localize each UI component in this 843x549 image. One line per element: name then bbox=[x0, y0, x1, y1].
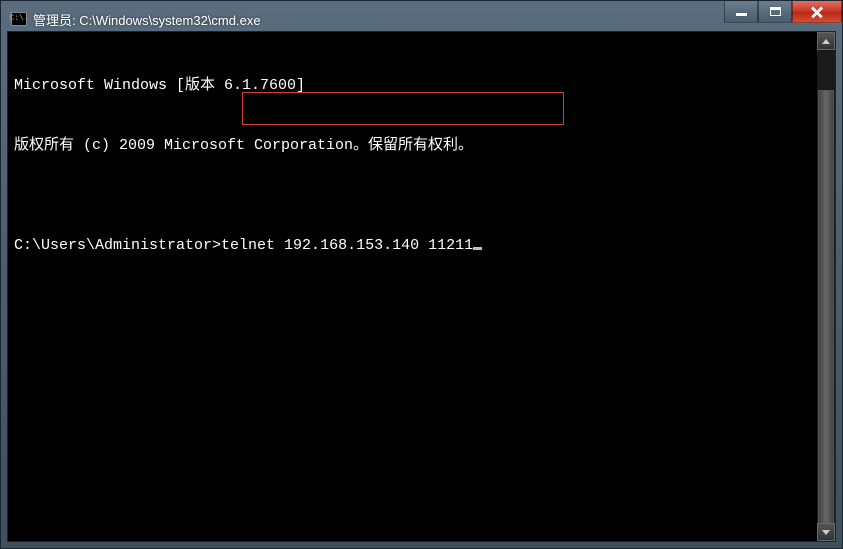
chevron-down-icon bbox=[822, 530, 830, 535]
close-button[interactable] bbox=[792, 1, 842, 23]
output-line: 版权所有 (c) 2009 Microsoft Corporation。保留所有… bbox=[14, 136, 829, 156]
window-frame: C:\. 管理员: C:\Windows\system32\cmd.exe Mi… bbox=[0, 0, 843, 549]
prompt-text: C:\Users\Administrator> bbox=[14, 237, 221, 254]
scroll-up-button[interactable] bbox=[817, 32, 835, 50]
minimize-button[interactable] bbox=[724, 1, 758, 23]
prompt-line: C:\Users\Administrator>telnet 192.168.15… bbox=[14, 236, 829, 256]
chevron-up-icon bbox=[822, 39, 830, 44]
scroll-thumb[interactable] bbox=[818, 90, 834, 542]
output-line: Microsoft Windows [版本 6.1.7600] bbox=[14, 76, 829, 96]
command-text: telnet 192.168.153.140 11211 bbox=[221, 237, 473, 254]
close-icon bbox=[810, 5, 824, 19]
annotation-highlight bbox=[242, 92, 564, 125]
title-bar[interactable]: C:\. 管理员: C:\Windows\system32\cmd.exe bbox=[7, 7, 836, 31]
maximize-button[interactable] bbox=[758, 1, 792, 23]
terminal-area[interactable]: Microsoft Windows [版本 6.1.7600] 版权所有 (c)… bbox=[7, 31, 836, 542]
cursor bbox=[473, 247, 482, 250]
window-title: 管理员: C:\Windows\system32\cmd.exe bbox=[33, 10, 832, 29]
scroll-down-button[interactable] bbox=[817, 523, 835, 541]
window-controls bbox=[724, 1, 842, 23]
scroll-track[interactable] bbox=[817, 50, 835, 523]
cmd-icon-text: C:\. bbox=[9, 15, 28, 23]
scrollbar[interactable] bbox=[817, 32, 835, 541]
maximize-icon bbox=[770, 7, 781, 16]
minimize-icon bbox=[736, 13, 747, 16]
cmd-icon: C:\. bbox=[11, 12, 27, 26]
